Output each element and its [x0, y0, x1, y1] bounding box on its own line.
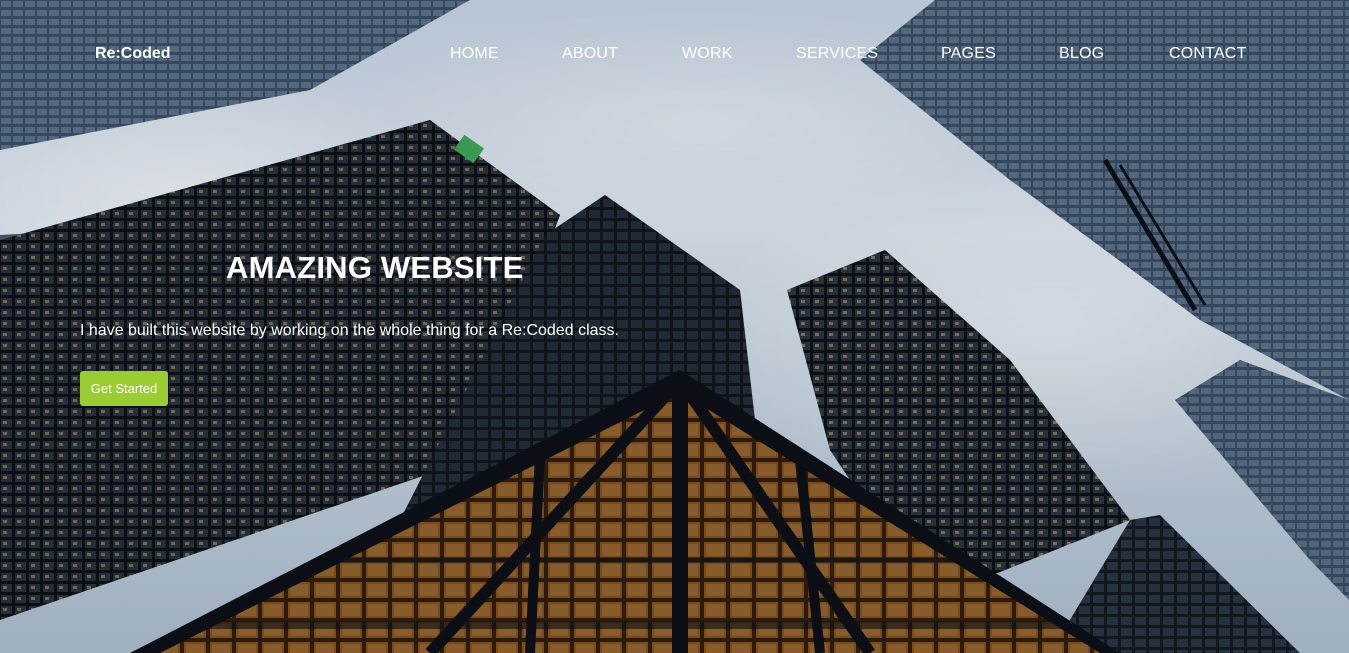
nav-link-home[interactable]: HOME: [450, 45, 499, 62]
nav-link-blog[interactable]: BLOG: [1059, 45, 1104, 62]
nav-item-about: ABOUT: [562, 45, 618, 63]
nav-item-blog: BLOG: [1059, 45, 1104, 63]
get-started-button[interactable]: Get Started: [80, 371, 168, 406]
nav-link-work[interactable]: WORK: [682, 45, 733, 62]
nav-link-about[interactable]: ABOUT: [562, 45, 618, 62]
top-navbar: Re:Coded HOME ABOUT WORK SERVICES PAGES …: [0, 0, 1349, 108]
nav-item-services: SERVICES: [796, 45, 878, 63]
hero-description: I have built this website by working on …: [80, 322, 619, 339]
nav-link-services[interactable]: SERVICES: [796, 45, 878, 62]
brand-logo-link[interactable]: Re:Coded: [95, 45, 171, 63]
nav-item-contact: CONTACT: [1169, 45, 1247, 63]
nav-item-pages: PAGES: [941, 45, 996, 63]
nav-link-contact[interactable]: CONTACT: [1169, 45, 1247, 62]
nav-item-work: WORK: [682, 45, 733, 63]
nav-link-pages[interactable]: PAGES: [941, 45, 996, 62]
nav-item-home: HOME: [450, 45, 499, 63]
hero-title: AMAZING WEBSITE: [226, 250, 524, 285]
hero-section: Re:Coded HOME ABOUT WORK SERVICES PAGES …: [0, 0, 1349, 653]
